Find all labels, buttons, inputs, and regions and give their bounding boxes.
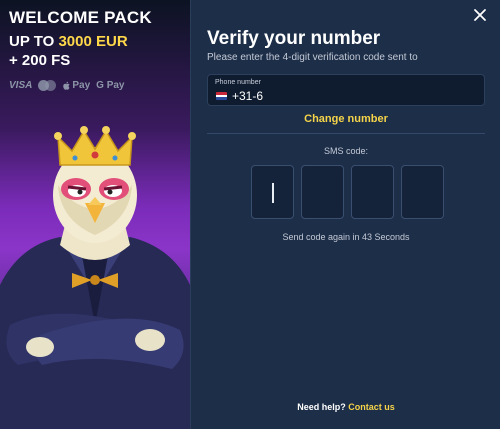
close-button[interactable]: [472, 7, 488, 23]
divider: [207, 133, 485, 134]
payment-methods: VISA Pay G Pay: [9, 80, 125, 91]
help-text: Need help?: [297, 402, 346, 412]
verify-instructions: Please enter the 4-digit verification co…: [207, 52, 418, 63]
help-footer: Need help? Contact us: [191, 402, 500, 412]
promo-title: WELCOME PACK: [9, 8, 152, 27]
otp-digit-1[interactable]: [251, 165, 294, 219]
change-number-link[interactable]: Change number: [191, 113, 500, 125]
sms-code-label: SMS code:: [323, 146, 369, 156]
promo-amount: 3000 EUR: [58, 33, 128, 50]
promo-offer-prefix: UP TO: [9, 33, 59, 50]
visa-logo: VISA: [9, 80, 33, 91]
phone-number-field[interactable]: Phone number +31-6: [207, 74, 485, 106]
promo-offer: UP TO 3000 EUR: [9, 33, 128, 50]
promo-panel: WELCOME PACK UP TO 3000 EUR + 200 FS VIS…: [0, 0, 190, 429]
page-title: Verify your number: [207, 28, 381, 49]
apple-icon: [63, 81, 70, 90]
contact-us-link[interactable]: Contact us: [348, 402, 395, 412]
google-pay-logo: G Pay: [96, 80, 125, 91]
apple-pay-logo: Pay: [62, 80, 90, 91]
otp-input-group: [251, 165, 444, 219]
phone-number-label: Phone number: [215, 79, 261, 86]
otp-digit-2[interactable]: [301, 165, 344, 219]
otp-digit-4[interactable]: [401, 165, 444, 219]
apple-pay-label: Pay: [72, 80, 91, 91]
phone-number-value: +31-6: [232, 89, 264, 103]
mastercard-icon: [38, 80, 57, 91]
verify-panel: Verify your number Please enter the 4-di…: [190, 0, 500, 429]
otp-digit-3[interactable]: [351, 165, 394, 219]
netherlands-flag-icon: [216, 92, 227, 100]
promo-free-spins: + 200 FS: [9, 52, 71, 69]
resend-countdown: Send code again in 43 Seconds: [282, 232, 410, 242]
close-icon[interactable]: [472, 7, 488, 23]
rooster-mascot-illustration: [0, 126, 190, 429]
